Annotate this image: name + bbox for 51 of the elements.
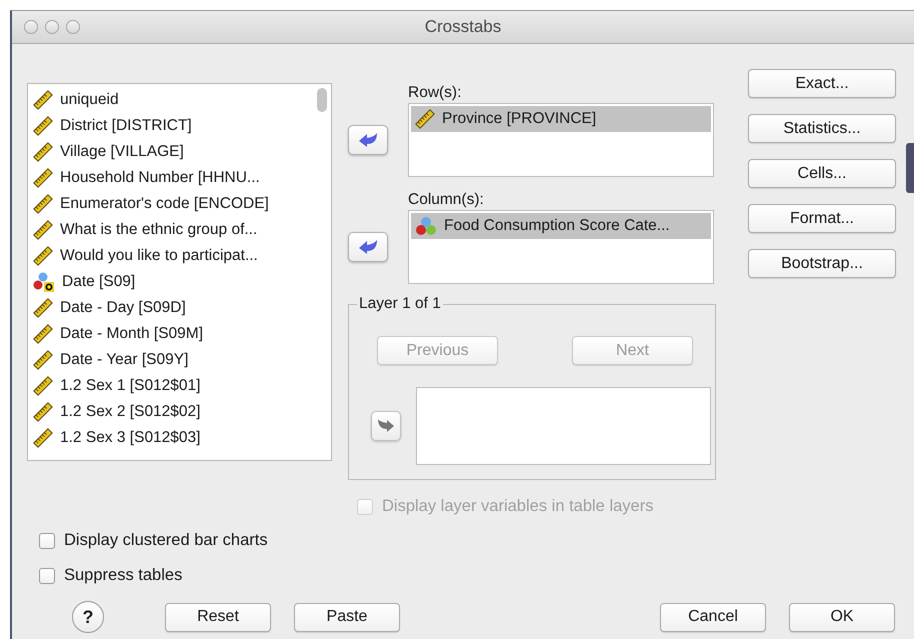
variable-item[interactable]: Food Consumption Score Cate... xyxy=(411,213,711,239)
checkbox[interactable] xyxy=(39,568,55,584)
variable-item[interactable]: District [DISTRICT] xyxy=(33,113,331,139)
variable-item[interactable]: Would you like to participat... xyxy=(33,243,331,269)
checkbox-label: Display layer variables in table layers xyxy=(382,497,654,516)
variable-list[interactable]: Province [PROVINCE] xyxy=(408,103,714,177)
close-button[interactable] xyxy=(24,20,38,34)
left-arrow-icon xyxy=(358,239,378,255)
dialog-button[interactable]: Cells... xyxy=(748,159,896,188)
balls-tag-icon xyxy=(33,272,55,292)
checkbox-label: Display clustered bar charts xyxy=(64,531,268,550)
ok-button[interactable]: OK xyxy=(789,602,895,632)
variable-item[interactable]: 1.2 Sex 1 [S012$01] xyxy=(33,373,331,399)
list-label: Row(s): xyxy=(408,83,462,103)
variable-list[interactable] xyxy=(27,83,332,461)
checkbox[interactable] xyxy=(39,532,55,548)
minimize-button[interactable] xyxy=(45,20,59,34)
dialog-button[interactable]: Bootstrap... xyxy=(748,249,896,278)
variable-item[interactable]: Date - Year [S09Y] xyxy=(33,347,331,373)
move-button[interactable] xyxy=(348,125,388,155)
variable-item[interactable]: 1.2 Sex 3 [S012$03] xyxy=(33,425,331,451)
variable-list[interactable]: Food Consumption Score Cate... xyxy=(408,210,714,284)
variable-item[interactable]: uniqueid xyxy=(33,87,331,113)
reset-button[interactable]: Reset xyxy=(165,602,271,632)
variable-item[interactable]: Enumerator's code [ENCODE] xyxy=(33,191,331,217)
dialog-button[interactable]: Format... xyxy=(748,204,896,233)
variable-item[interactable]: 1.2 Sex 2 [S012$02] xyxy=(33,399,331,425)
layer-list[interactable] xyxy=(416,387,711,465)
variable-item[interactable]: Province [PROVINCE] xyxy=(411,106,711,132)
move-button[interactable] xyxy=(371,411,401,441)
help-button[interactable]: ? xyxy=(72,601,104,633)
dialog-button[interactable]: Statistics... xyxy=(748,114,896,143)
group-title: Layer 1 of 1 xyxy=(357,295,443,313)
variable-item[interactable]: Household Number [HHNU... xyxy=(33,165,331,191)
window-title: Crosstabs xyxy=(424,17,502,37)
cancel-button[interactable]: Cancel xyxy=(660,602,766,632)
variable-item[interactable]: Village [VILLAGE] xyxy=(33,139,331,165)
zoom-button[interactable] xyxy=(66,20,80,34)
move-button[interactable] xyxy=(348,232,388,262)
checkbox-label: Suppress tables xyxy=(64,566,182,585)
three-balls-icon xyxy=(415,216,437,236)
paste-button[interactable]: Paste xyxy=(294,602,400,632)
scrollbar-thumb[interactable] xyxy=(317,88,327,112)
variable-item[interactable]: What is the ethnic group of... xyxy=(33,217,331,243)
left-arrow-icon xyxy=(358,132,378,148)
list-label: Column(s): xyxy=(408,190,485,210)
variable-item[interactable]: Date - Day [S09D] xyxy=(33,295,331,321)
variable-item[interactable]: Date [S09] xyxy=(33,269,331,295)
dialog-button[interactable]: Exact... xyxy=(748,69,896,98)
variable-item[interactable]: Date - Month [S09M] xyxy=(33,321,331,347)
right-arrow-icon xyxy=(377,419,395,433)
